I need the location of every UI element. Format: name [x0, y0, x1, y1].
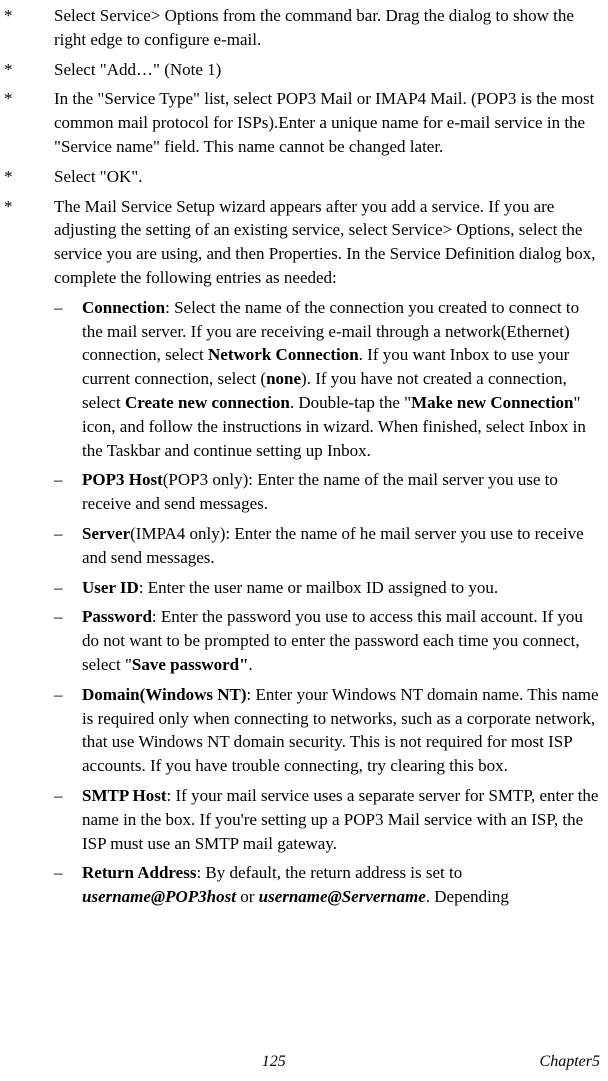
text-segment: : By default, the return address is set … [196, 863, 462, 882]
term-label: SMTP Host [82, 786, 167, 805]
list-item: * Select "Add…" (Note 1) [4, 58, 600, 82]
list-item: * Select Service> Options from the comma… [4, 4, 600, 52]
sub-list-item-password: – Password: Enter the password you use t… [54, 605, 600, 676]
dash-marker: – [54, 296, 82, 463]
sub-item-text: Connection: Select the name of the conne… [82, 296, 600, 463]
sub-list-item-pop3host: – POP3 Host(POP3 only): Enter the name o… [54, 468, 600, 516]
item-text: The Mail Service Setup wizard appears af… [54, 195, 600, 290]
term-label: Return Address [82, 863, 196, 882]
sub-list-item-server: – Server(IMPA4 only): Enter the name of … [54, 522, 600, 570]
star-marker: * [4, 195, 54, 290]
sub-item-text: Return Address: By default, the return a… [82, 861, 600, 909]
sub-item-text: SMTP Host: If your mail service uses a s… [82, 784, 600, 855]
dash-marker: – [54, 683, 82, 778]
dash-marker: – [54, 468, 82, 516]
item-text: Select Service> Options from the command… [54, 4, 600, 52]
bold-text: none [266, 369, 301, 388]
dash-marker: – [54, 605, 82, 676]
star-marker: * [4, 87, 54, 158]
sub-list-item-domain: – Domain(Windows NT): Enter your Windows… [54, 683, 600, 778]
term-label: Server [82, 524, 130, 543]
sub-list-item-userid: – User ID: Enter the user name or mailbo… [54, 576, 600, 600]
page-footer: 125 Chapter5 [4, 1051, 604, 1073]
bold-italic-text: username@Servername [259, 887, 426, 906]
sub-list-item-return: – Return Address: By default, the return… [54, 861, 600, 909]
item-text: In the "Service Type" list, select POP3 … [54, 87, 600, 158]
sub-item-text: Server(IMPA4 only): Enter the name of he… [82, 522, 600, 570]
bold-italic-text: username@POP3host [82, 887, 236, 906]
text-segment: : Enter the user name or mailbox ID assi… [139, 578, 498, 597]
term-label: User ID [82, 578, 139, 597]
star-marker: * [4, 165, 54, 189]
bold-text: Create new connection [125, 393, 290, 412]
bold-text: Network Connection [208, 345, 359, 364]
item-text: Select "Add…" (Note 1) [54, 58, 600, 82]
text-segment: or [236, 887, 259, 906]
text-segment: . Double-tap the " [290, 393, 411, 412]
text-segment: . Depending [426, 887, 509, 906]
sub-list-item-smtp: – SMTP Host: If your mail service uses a… [54, 784, 600, 855]
bold-text: Save password" [132, 655, 249, 674]
text-segment: . [249, 655, 253, 674]
star-marker: * [4, 4, 54, 52]
term-label: Connection [82, 298, 165, 317]
star-marker: * [4, 58, 54, 82]
bold-text: Make new Connection [411, 393, 573, 412]
term-label: Password [82, 607, 152, 626]
list-item: * In the "Service Type" list, select POP… [4, 87, 600, 158]
page-number: 125 [262, 1051, 286, 1073]
sub-list-item-connection: – Connection: Select the name of the con… [54, 296, 600, 463]
list-item: * Select "OK". [4, 165, 600, 189]
sub-item-text: User ID: Enter the user name or mailbox … [82, 576, 600, 600]
chapter-label: Chapter5 [540, 1051, 600, 1073]
dash-marker: – [54, 576, 82, 600]
sub-item-text: POP3 Host(POP3 only): Enter the name of … [82, 468, 600, 516]
dash-marker: – [54, 784, 82, 855]
dash-marker: – [54, 861, 82, 909]
term-label: POP3 Host [82, 470, 163, 489]
dash-marker: – [54, 522, 82, 570]
list-item: * The Mail Service Setup wizard appears … [4, 195, 600, 290]
sub-item-text: Domain(Windows NT): Enter your Windows N… [82, 683, 600, 778]
text-segment: (IMPA4 only): Enter the name of he mail … [82, 524, 584, 567]
item-text: Select "OK". [54, 165, 600, 189]
term-label: Domain(Windows NT) [82, 685, 247, 704]
sub-item-text: Password: Enter the password you use to … [82, 605, 600, 676]
